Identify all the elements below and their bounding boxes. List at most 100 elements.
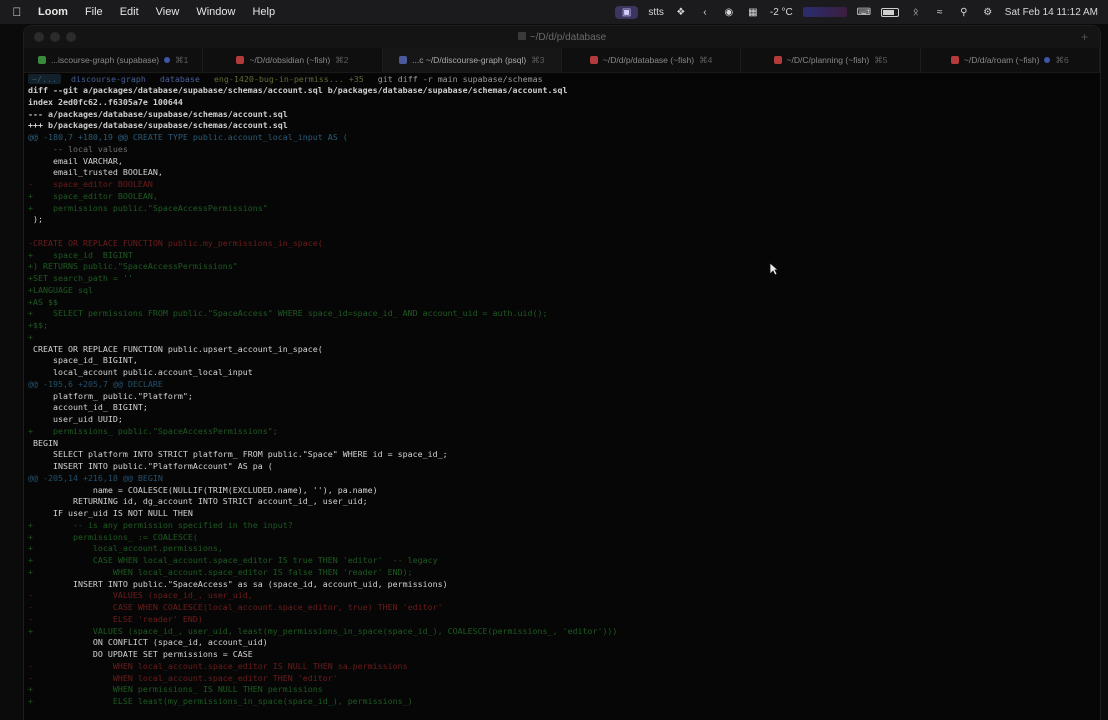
tab-2[interactable]: ~/D/d/obsidian (~fish) ⌘2 (203, 48, 383, 72)
bluetooth-icon[interactable]: ᛟ (909, 6, 923, 18)
window-title: ~/D/d/p/database (24, 31, 1100, 43)
diff-line: - WHEN local_account.space_editor THEN '… (28, 672, 338, 683)
diff-line: + permissions_ := COALESCE( (28, 531, 198, 542)
keyboard-icon[interactable]: ⌨ (857, 6, 871, 18)
stts-status[interactable]: stts (648, 7, 664, 18)
diff-line: ); (28, 214, 43, 225)
tab-4[interactable]: ~/D/d/p/database (~fish) ⌘4 (562, 48, 742, 72)
chevron-left-icon[interactable]: ‹ (698, 6, 712, 18)
diff-line: platform_ public."Platform"; (28, 390, 193, 401)
menu-help[interactable]: Help (252, 6, 275, 18)
diff-line: diff --git a/packages/database/supabase/… (28, 85, 568, 95)
control-center-icon[interactable]: ⚙ (981, 6, 995, 18)
diff-line (28, 226, 1100, 238)
diff-line: + space_id BIGINT (28, 249, 133, 260)
diff-line: name = COALESCE(NULLIF(TRIM(EXCLUDED.nam… (28, 484, 378, 495)
tab-app-icon (37, 56, 46, 64)
diff-line: DO UPDATE SET permissions = CASE (28, 649, 253, 659)
tab-6[interactable]: ~/D/d/a/roam (~fish) ⌘6 (921, 48, 1100, 72)
tab-shortcut: ⌘2 (335, 54, 349, 65)
new-tab-icon[interactable]: + (1081, 30, 1088, 44)
diff-line: ON CONFLICT (space_id, account_uid) (28, 637, 268, 648)
tab-bar: ...iscourse-graph (supabase) ⌘1 ~/D/d/obsi… (24, 48, 1100, 73)
tab-shortcut: ⌘1 (175, 54, 189, 65)
terminal-window: ~/D/d/p/database + ...iscourse-graph (su… (24, 26, 1100, 720)
diff-line: @@ -180,7 +180,19 @@ CREATE TYPE public.… (28, 132, 348, 142)
diff-line: - CASE WHEN COALESCE(local_account.space… (28, 602, 443, 612)
tab-shortcut: ⌘5 (874, 54, 888, 65)
diff-line: @@ -205,14 +216,18 @@ BEGIN (28, 472, 163, 483)
diff-line: SELECT platform INTO STRICT platform_ FR… (28, 449, 448, 460)
tab-app-icon (773, 56, 782, 64)
diff-line: email_trusted BOOLEAN, (28, 167, 163, 178)
tab-shortcut: ⌘6 (1055, 54, 1069, 65)
diff-line: account_id_ BIGINT; (28, 402, 148, 413)
diff-line: INSERT INTO public."PlatformAccount" AS … (28, 461, 273, 471)
diff-line: user_uid UUID; (28, 414, 123, 424)
activity-dot-icon (164, 57, 171, 63)
tab-app-icon (589, 56, 598, 64)
screen-recording-icon[interactable]: ▣ (614, 5, 639, 19)
menu-app-name[interactable]: Loom (38, 6, 68, 18)
prompt-repo: discourse-graph (70, 74, 146, 84)
record-icon[interactable]: ◉ (722, 6, 736, 18)
tab-5[interactable]: ~/D/C/planning (~fish) ⌘5 (741, 48, 921, 72)
window-titlebar[interactable]: ~/D/d/p/database + (24, 26, 1100, 48)
diff-line: +$$; (28, 320, 48, 330)
tab-shortcut: ⌘3 (531, 54, 545, 65)
diff-line: email VARCHAR, (28, 155, 123, 166)
diff-line: --- a/packages/database/supabase/schemas… (28, 108, 288, 119)
diff-line: - space_editor BOOLEAN (28, 179, 153, 189)
menu-edit[interactable]: Edit (120, 6, 139, 18)
mouse-cursor-icon (769, 262, 779, 276)
tab-shortcut: ⌘4 (699, 54, 713, 65)
folder-icon (517, 31, 526, 40)
apple-menu-icon[interactable]:  (10, 5, 24, 19)
clock[interactable]: Sat Feb 14 11:12 AM (1005, 7, 1098, 18)
tab-3[interactable]: ...c ~/D/discourse-graph (psql) ⌘3 (382, 48, 562, 72)
prompt-command[interactable]: git diff -r main supabase/schemas (374, 74, 547, 84)
diff-line: -CREATE OR REPLACE FUNCTION public.my_pe… (28, 237, 323, 248)
dropbox-icon[interactable]: ❖ (674, 6, 688, 18)
calendar-icon[interactable]: ▦ (746, 6, 760, 18)
diff-line: +AS $$ (28, 296, 58, 307)
tab-1[interactable]: ...iscourse-graph (supabase) ⌘1 (24, 48, 204, 72)
weather-status[interactable]: -2 °C (770, 7, 793, 18)
tab-label: ~/D/C/planning (~fish) (786, 55, 870, 65)
keyboard-layout-flag-icon[interactable] (802, 7, 847, 17)
diff-line: space_id_ BIGINT, (28, 355, 138, 366)
tab-label: ...c ~/D/discourse-graph (psql) (412, 55, 527, 65)
tab-app-icon (236, 56, 245, 64)
diff-output[interactable]: diff --git a/packages/database/supabase/… (24, 85, 1100, 708)
menu-view[interactable]: View (156, 6, 180, 18)
diff-line: + WHEN local_account.space_editor IS fal… (28, 566, 413, 577)
diff-line: CREATE OR REPLACE FUNCTION public.upsert… (28, 343, 323, 354)
diff-line: - VALUES (space_id_, user_uid, (28, 590, 253, 601)
diff-line: + VALUES (space_id_, user_uid, least(my_… (28, 625, 618, 636)
diff-line: + permissions public."SpaceAccessPermiss… (28, 202, 268, 213)
diff-line: + permissions_ public."SpaceAccessPermis… (28, 425, 278, 436)
menu-window[interactable]: Window (196, 6, 235, 18)
diff-line: +++ b/packages/database/supabase/schemas… (28, 120, 288, 131)
diff-line: + CASE WHEN local_account.space_editor I… (28, 555, 438, 565)
diff-line: @@ -195,6 +205,7 @@ DECLARE (28, 378, 163, 389)
diff-line: RETURNING id, dg_account INTO STRICT acc… (28, 496, 368, 507)
diff-line: + WHEN permissions_ IS NULL THEN permiss… (28, 684, 323, 695)
wifi-icon[interactable]: ≈ (933, 6, 947, 18)
activity-dot-icon (1044, 57, 1051, 63)
battery-icon[interactable] (880, 7, 899, 17)
tab-label: ~/D/d/obsidian (~fish) (249, 55, 331, 65)
prompt-dir: ~/... (28, 74, 61, 84)
spotlight-search-icon[interactable]: ⚲ (957, 6, 971, 18)
diff-line: INSERT INTO public."SpaceAccess" as sa (… (28, 578, 448, 589)
diff-line: + -- is any permission specified in the … (28, 519, 293, 530)
diff-line: IF user_uid IS NOT NULL THEN (28, 508, 193, 518)
diff-line: - WHEN local_account.space_editor IS NUL… (28, 660, 408, 671)
menu-file[interactable]: File (85, 6, 103, 18)
window-title-text: ~/D/d/p/database (529, 31, 607, 43)
diff-line: + local_account.permissions, (28, 543, 223, 554)
diff-line: BEGIN (28, 437, 58, 448)
status-area: ▣ stts ❖ ‹ ◉ ▦ -2 °C ⌨ ᛟ ≈ ⚲ ⚙ Sat Feb 1… (614, 5, 1098, 19)
diff-line: - ELSE 'reader' END) (28, 613, 203, 624)
diff-line: + SELECT permissions FROM public."SpaceA… (28, 308, 548, 319)
